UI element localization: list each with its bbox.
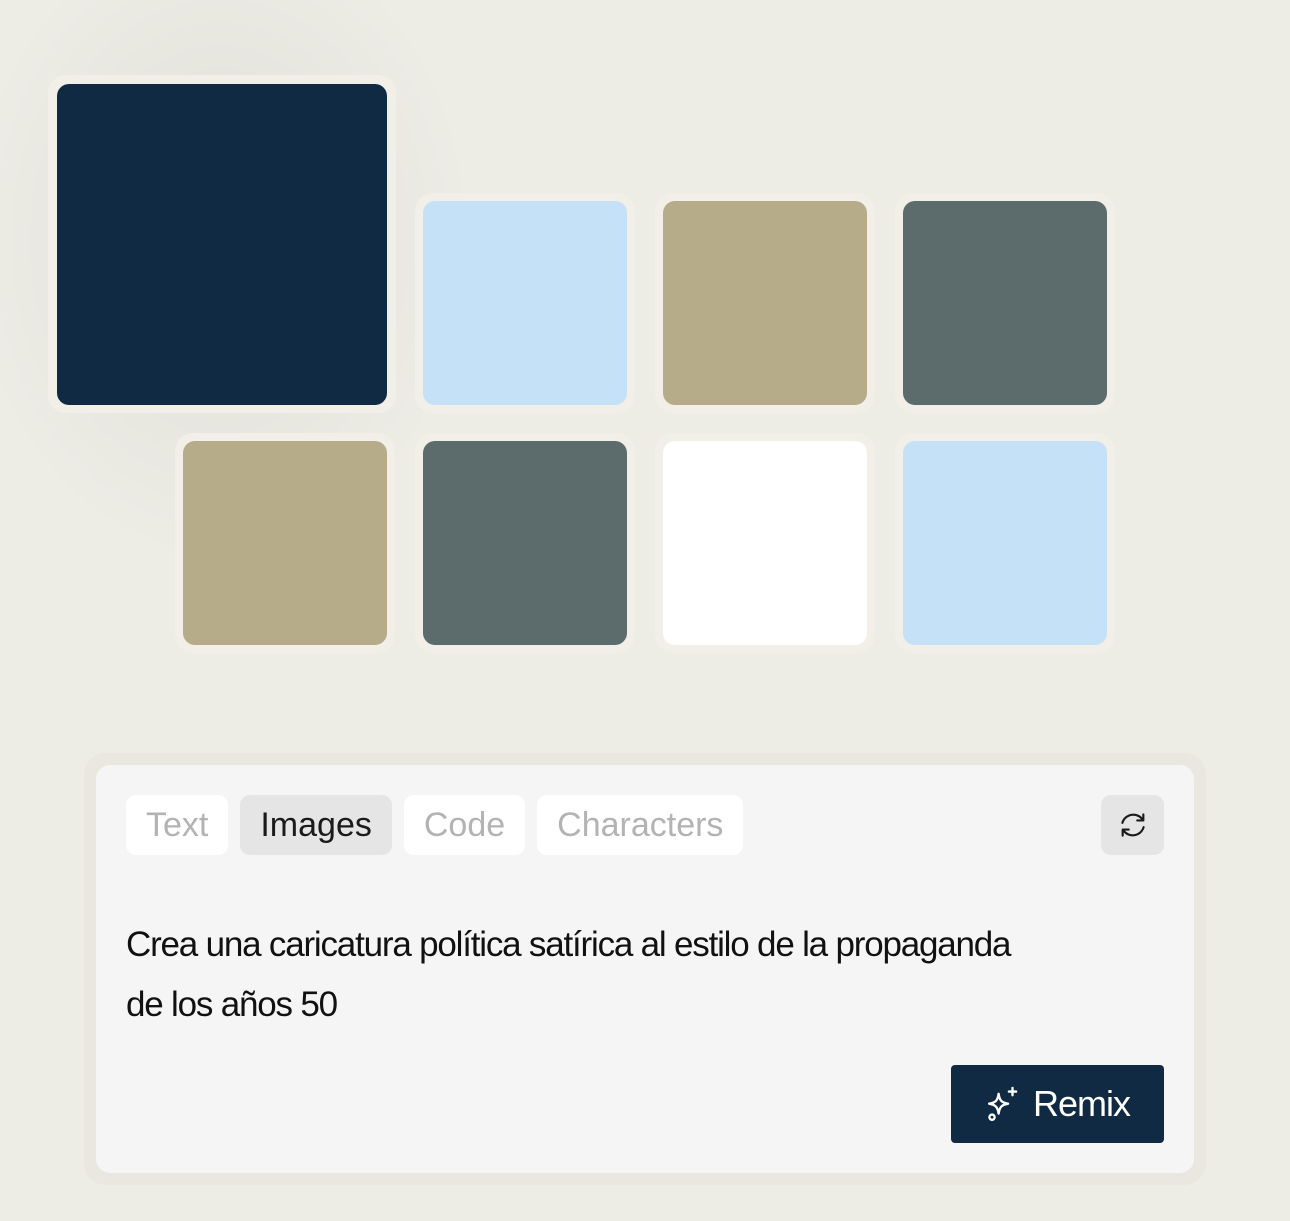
- color-swatch[interactable]: [663, 441, 867, 645]
- prompt-text: Crea una caricatura política satírica al…: [126, 915, 1026, 1035]
- color-swatch[interactable]: [423, 441, 627, 645]
- refresh-icon: [1120, 813, 1145, 837]
- refresh-button[interactable]: [1101, 795, 1164, 855]
- tab-images[interactable]: Images: [240, 795, 392, 855]
- tab-code[interactable]: Code: [403, 795, 526, 855]
- tab-text[interactable]: Text: [126, 795, 229, 855]
- color-swatch[interactable]: [423, 201, 627, 405]
- color-swatch[interactable]: [903, 441, 1107, 645]
- category-tabs: Text Images Code Characters: [126, 795, 744, 855]
- tab-characters[interactable]: Characters: [537, 795, 744, 855]
- color-swatch[interactable]: [183, 441, 387, 645]
- main-color-swatch[interactable]: [57, 84, 387, 405]
- color-swatch[interactable]: [663, 201, 867, 405]
- color-swatch[interactable]: [903, 201, 1107, 405]
- remix-button[interactable]: Remix: [951, 1065, 1164, 1143]
- prompt-line: Crea una caricatura política satírica al…: [126, 925, 1012, 964]
- remix-label: Remix: [1032, 1083, 1131, 1124]
- prompt-line: de los años 50: [126, 985, 338, 1024]
- sparkles-icon: [987, 1086, 1018, 1121]
